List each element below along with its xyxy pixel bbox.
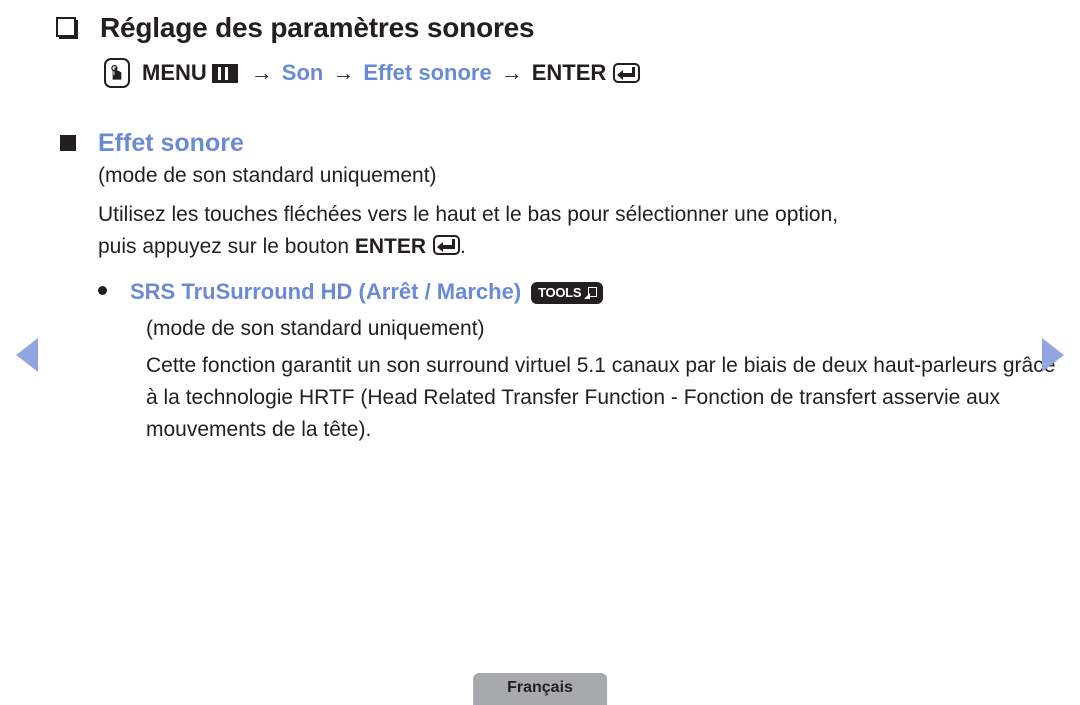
- section-heading-row: Effet sonore: [0, 126, 1080, 160]
- instruction-enter-label: ENTER: [354, 235, 427, 258]
- triangle-right-icon[interactable]: [1042, 338, 1064, 372]
- tools-badge-label: TOOLS: [538, 285, 582, 300]
- triangle-left-icon[interactable]: [16, 338, 38, 372]
- instruction-line-2-prefix: puis appuyez sur le bouton: [98, 235, 355, 258]
- instruction-line-1: Utilisez les touches fléchées vers le ha…: [98, 203, 839, 226]
- page-header: Réglage des paramètres sonores: [0, 8, 1080, 48]
- bullet-description: Cette fonction garantit un son surround …: [146, 354, 1056, 441]
- path-item-effet-sonore[interactable]: Effet sonore: [363, 58, 491, 88]
- section-effet-sonore: Effet sonore (mode de son standard uniqu…: [0, 126, 1080, 446]
- bullet-description-wrap: Cette fonction garantit un son surround …: [0, 350, 1076, 446]
- square-outline-bullet-icon: [56, 17, 78, 39]
- enter-return-key-icon-inline: [433, 235, 461, 255]
- page-title: Réglage des paramètres sonores: [100, 12, 535, 43]
- bullet-note-wrap: (mode de son standard uniquement): [0, 313, 1080, 344]
- section-body: (mode de son standard uniquement) Utilis…: [0, 160, 1080, 263]
- enter-return-key-icon: [613, 63, 641, 83]
- square-filled-bullet-icon: [60, 135, 76, 151]
- bullet-label-text: SRS TruSurround HD (Arrêt / Marche): [130, 279, 522, 304]
- title-row: Réglage des paramètres sonores: [0, 8, 1080, 48]
- language-badge: Français: [473, 673, 607, 705]
- instruction-line-2: puis appuyez sur le bouton ENTER.: [98, 231, 1023, 263]
- menu-grid-icon: [211, 63, 238, 83]
- menu-label: MENU: [142, 60, 207, 85]
- path-separator-2: →: [332, 60, 355, 85]
- hand-press-key-icon: [104, 58, 130, 88]
- path-separator-3: →: [500, 60, 523, 85]
- bullet-note: (mode de son standard uniquement): [146, 317, 485, 340]
- dot-bullet-icon: [98, 286, 107, 295]
- section-title: Effet sonore: [98, 129, 244, 157]
- bullet-label: SRS TruSurround HD (Arrêt / Marche) TOOLS: [130, 277, 604, 307]
- instruction-line-2-suffix: .: [460, 235, 466, 258]
- list-item: SRS TruSurround HD (Arrêt / Marche) TOOLS: [0, 277, 1080, 307]
- section-note: (mode de son standard uniquement): [98, 164, 437, 187]
- path-item-son[interactable]: Son: [282, 58, 324, 88]
- path-separator-1: →: [250, 60, 273, 85]
- menu-path-breadcrumb: MENU → Son → Effet sonore → ENTER: [104, 58, 641, 88]
- tools-arrow-icon: [584, 286, 598, 299]
- enter-label: ENTER: [531, 60, 607, 85]
- tools-badge: TOOLS: [531, 282, 604, 304]
